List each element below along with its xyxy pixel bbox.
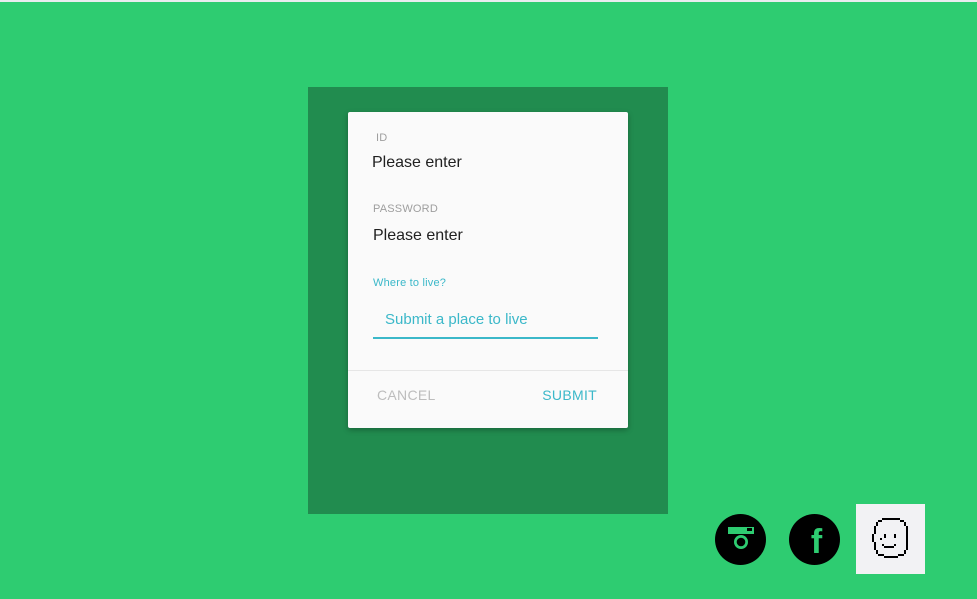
instagram-icon [727, 526, 754, 553]
login-card: ID Please enter PASSWORD Please enter Wh… [348, 112, 628, 428]
cancel-button[interactable]: CANCEL [373, 376, 440, 414]
id-label: ID [376, 132, 388, 144]
id-field[interactable]: Please enter [372, 154, 462, 172]
instagram-button[interactable] [715, 514, 766, 565]
live-input[interactable] [373, 301, 598, 339]
facebook-icon: f [810, 523, 823, 561]
top-border-line [0, 0, 977, 2]
live-label: Where to live? [373, 277, 447, 289]
card-divider [348, 370, 628, 371]
password-field[interactable]: Please enter [373, 227, 463, 245]
submit-button[interactable]: SUBMIT [538, 376, 601, 414]
facebook-button[interactable]: f [789, 514, 840, 565]
pixel-face-icon [871, 518, 908, 558]
password-label: PASSWORD [373, 203, 438, 215]
form-panel: ID Please enter PASSWORD Please enter Wh… [308, 87, 668, 514]
profile-button[interactable] [856, 504, 925, 574]
